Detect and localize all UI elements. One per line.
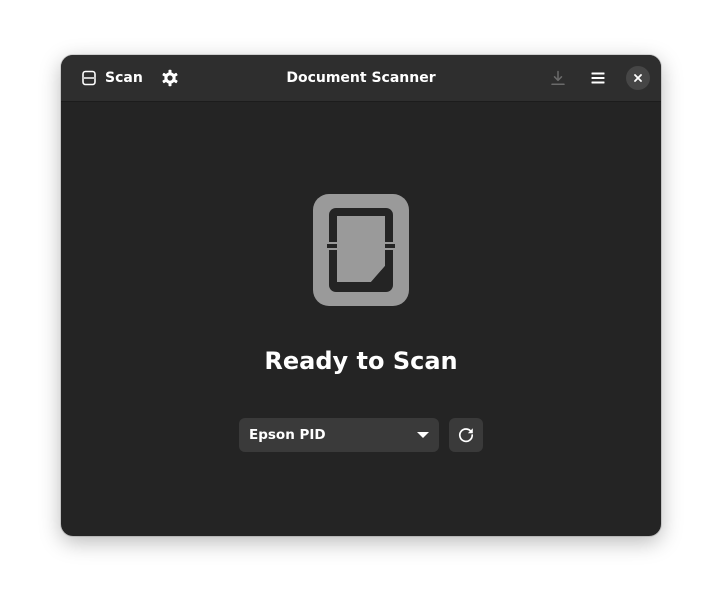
chevron-down-icon (417, 432, 429, 438)
headerbar: Scan Document Scanner (61, 55, 661, 102)
gear-icon (162, 69, 178, 87)
selected-device-label: Epson PID (249, 427, 326, 443)
scanner-document-icon (313, 194, 409, 306)
scanner-device-dropdown[interactable]: Epson PID (239, 418, 439, 452)
settings-button[interactable] (155, 63, 185, 93)
status-title: Ready to Scan (264, 347, 458, 375)
save-button[interactable] (543, 63, 573, 93)
main-menu-button[interactable] (583, 63, 613, 93)
scanner-icon (81, 70, 97, 86)
download-icon (551, 70, 565, 86)
close-button[interactable] (626, 66, 650, 90)
scan-button[interactable]: Scan (73, 63, 151, 93)
window-title: Document Scanner (286, 70, 436, 86)
refresh-devices-button[interactable] (449, 418, 483, 452)
refresh-icon (458, 428, 474, 443)
scan-button-label: Scan (105, 70, 143, 86)
hamburger-menu-icon (591, 72, 605, 84)
document-scanner-window: Scan Document Scanner Ready to Scan Epso… (61, 55, 661, 536)
close-icon (634, 74, 642, 82)
status-page-icon (313, 194, 409, 310)
